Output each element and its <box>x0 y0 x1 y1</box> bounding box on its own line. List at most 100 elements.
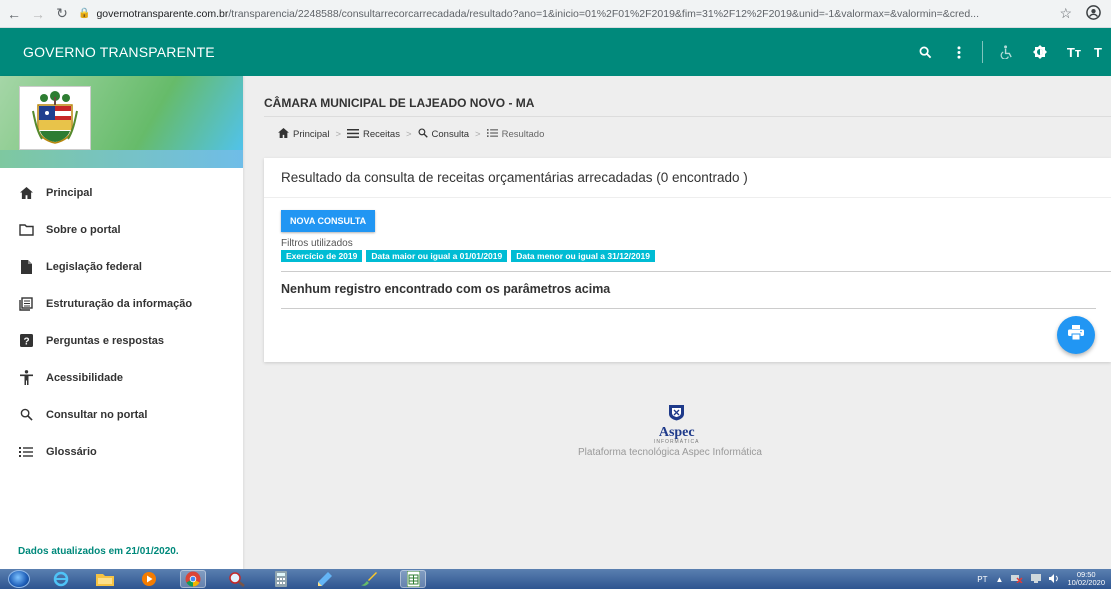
breadcrumb-consulta[interactable]: Consulta <box>417 128 470 141</box>
volume-icon[interactable] <box>1049 573 1059 585</box>
lock-icon: 🔒 <box>78 8 91 19</box>
bookmark-star-icon[interactable]: ☆ <box>1059 5 1072 22</box>
forward-icon[interactable]: → <box>28 4 48 24</box>
aspec-brand-sub: INFORMÁTICA <box>654 439 700 445</box>
breadcrumb-separator: > <box>475 129 481 140</box>
menu-icon <box>347 128 359 141</box>
breadcrumb-label: Consulta <box>431 129 470 140</box>
chrome-icon[interactable] <box>180 570 206 588</box>
home-icon <box>18 185 34 201</box>
address-bar[interactable]: 🔒 governotransparente.com.br /transparen… <box>78 3 1049 25</box>
list-icon <box>486 129 498 140</box>
sidebar-item-label: Estruturação da informação <box>46 297 193 310</box>
question-icon: ? <box>18 333 34 349</box>
breadcrumb-separator: > <box>335 129 341 140</box>
sidebar-item-label: Consultar no portal <box>46 408 148 421</box>
clock-date: 10/02/2020 <box>1067 578 1105 587</box>
print-icon <box>1068 325 1084 345</box>
filter-badge-start-date: Data maior ou igual a 01/01/2019 <box>366 250 508 262</box>
search-icon <box>18 407 34 423</box>
accessibility-icon[interactable] <box>992 38 1020 66</box>
font-decrease-icon[interactable]: T <box>1094 38 1108 66</box>
paint-icon[interactable] <box>356 570 382 588</box>
aspec-brand: Aspec <box>658 425 695 440</box>
breadcrumb-receitas[interactable]: Receitas <box>347 128 400 141</box>
sidebar-item-perguntas[interactable]: ? Perguntas e respostas <box>0 322 243 359</box>
sidebar-item-sobre[interactable]: Sobre o portal <box>0 211 243 248</box>
url-host: governotransparente.com.br <box>96 7 229 20</box>
more-vert-icon[interactable] <box>945 38 973 66</box>
search-app-icon[interactable] <box>224 570 250 588</box>
folder-icon <box>18 222 34 238</box>
sidebar: Principal Sobre o portal Legislação fede… <box>0 76 243 569</box>
document-icon <box>18 259 34 275</box>
sidebar-item-principal[interactable]: Principal <box>0 174 243 211</box>
sidebar-banner <box>0 76 243 168</box>
sidebar-item-label: Perguntas e respostas <box>46 334 164 347</box>
start-button[interactable] <box>8 570 30 588</box>
aspec-logo[interactable]: Aspec INFORMÁTICA <box>654 404 699 445</box>
coat-of-arms-logo[interactable] <box>19 86 91 150</box>
new-query-button[interactable]: NOVA CONSULTA <box>281 210 376 232</box>
sidebar-item-label: Legislação federal <box>46 260 142 273</box>
sidebar-item-acessibilidade[interactable]: Acessibilidade <box>0 359 243 396</box>
sidebar-item-label: Acessibilidade <box>46 371 124 384</box>
sidebar-item-legislacao[interactable]: Legislação federal <box>0 248 243 285</box>
brand-title[interactable]: GOVERNO TRANSPARENTE <box>23 44 215 60</box>
accessibility-icon <box>18 370 34 386</box>
result-title: Resultado da consulta de receitas orçame… <box>281 170 748 185</box>
list-icon <box>18 444 34 460</box>
os-taskbar: PT ▲ 09:50 10/02/2020 <box>0 569 1111 589</box>
browser-toolbar: ← → ↻ 🔒 governotransparente.com.br /tran… <box>0 0 1111 28</box>
font-increase-icon[interactable]: Tт <box>1060 38 1088 66</box>
print-button[interactable] <box>1057 316 1095 354</box>
clock[interactable]: 09:50 10/02/2020 <box>1067 571 1105 587</box>
ie-icon[interactable] <box>48 570 74 588</box>
breadcrumb: Principal > Receitas > Consulta > Result… <box>278 128 544 141</box>
card-divider <box>264 197 1111 198</box>
breadcrumb-resultado: Resultado <box>486 129 545 140</box>
notepad-icon[interactable] <box>312 570 338 588</box>
home-icon <box>278 128 289 141</box>
contrast-icon[interactable] <box>1026 38 1054 66</box>
result-card: Resultado da consulta de receitas orçame… <box>264 158 1111 362</box>
sidebar-item-estruturacao[interactable]: Estruturação da informação <box>0 285 243 322</box>
main-content: CÂMARA MUNICIPAL DE LAJEADO NOVO - MA Pr… <box>243 76 1111 569</box>
app-header: GOVERNO TRANSPARENTE Tт T <box>0 28 1111 76</box>
media-player-icon[interactable] <box>136 570 162 588</box>
breadcrumb-label: Receitas <box>363 129 400 140</box>
filter-badges: Exercício de 2019 Data maior ou igual a … <box>281 250 655 262</box>
banner-band <box>0 150 243 168</box>
card-divider <box>281 271 1111 272</box>
breadcrumb-label: Principal <box>293 129 330 140</box>
platform-credit: Plataforma tecnológica Aspec Informática <box>578 447 762 458</box>
profile-icon[interactable] <box>1086 4 1101 23</box>
search-icon[interactable] <box>911 38 939 66</box>
search-icon <box>417 128 428 141</box>
list-box-icon <box>18 296 34 312</box>
file-explorer-icon[interactable] <box>92 570 118 588</box>
card-divider <box>281 308 1096 309</box>
sidebar-item-glossario[interactable]: Glossário <box>0 433 243 470</box>
filters-label: Filtros utilizados <box>281 238 353 249</box>
tray-arrow-icon[interactable]: ▲ <box>996 575 1004 584</box>
breadcrumb-label: Resultado <box>501 129 545 140</box>
network-icon[interactable] <box>1011 573 1023 585</box>
reload-icon[interactable]: ↻ <box>52 4 72 24</box>
url-path: /transparencia/2248588/consultarrecorcar… <box>228 7 979 20</box>
no-records-message: Nenhum registro encontrado com os parâme… <box>281 282 611 296</box>
display-icon[interactable] <box>1031 573 1042 585</box>
aspec-shield-icon <box>668 404 685 426</box>
spreadsheet-icon[interactable] <box>400 570 426 588</box>
sidebar-menu: Principal Sobre o portal Legislação fede… <box>0 174 243 470</box>
breadcrumb-principal[interactable]: Principal <box>278 128 329 141</box>
calculator-icon[interactable] <box>268 570 294 588</box>
filter-badge-end-date: Data menor ou igual a 31/12/2019 <box>511 250 655 262</box>
back-icon[interactable]: ← <box>4 4 24 24</box>
language-indicator[interactable]: PT <box>977 575 987 584</box>
sidebar-item-consultar[interactable]: Consultar no portal <box>0 396 243 433</box>
last-updated-text: Dados atualizados em 21/01/2020. <box>18 546 179 557</box>
page-title: CÂMARA MUNICIPAL DE LAJEADO NOVO - MA <box>264 96 535 110</box>
sidebar-item-label: Glossário <box>46 445 97 458</box>
breadcrumb-separator: > <box>405 129 412 140</box>
